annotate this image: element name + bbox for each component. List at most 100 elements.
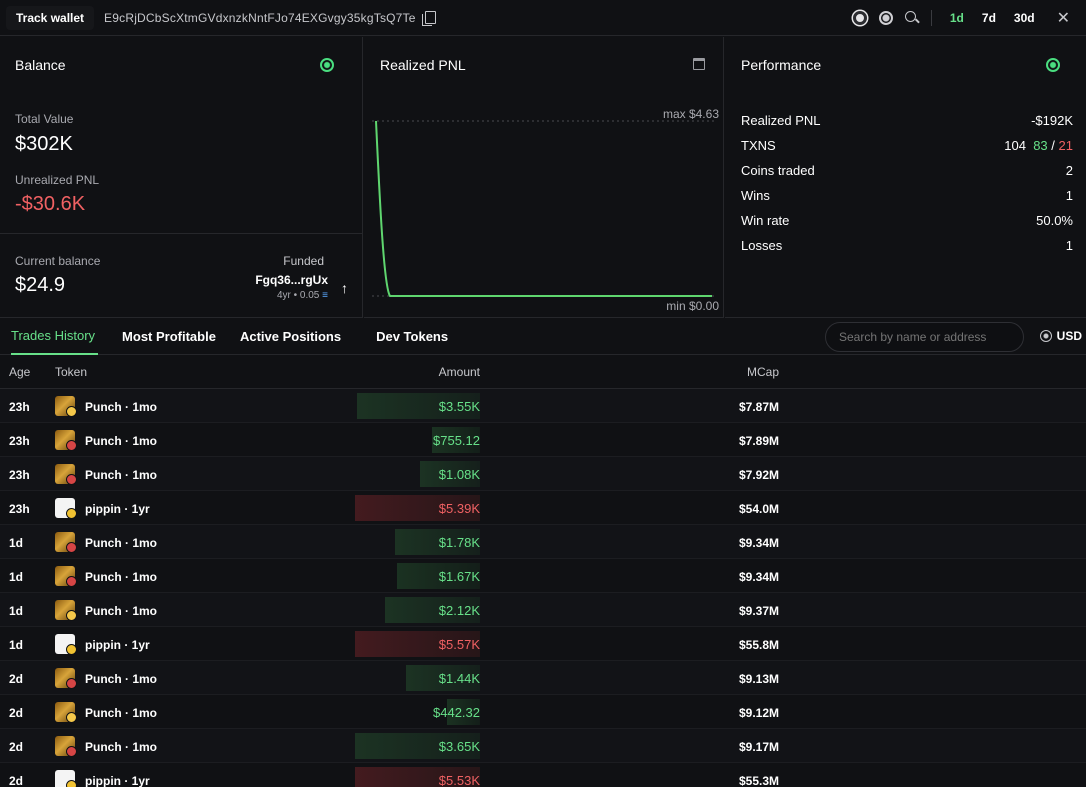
perf-row-winrate: Win rate 50.0% (741, 213, 1073, 228)
win-rate-label: Win rate (741, 213, 790, 228)
row-age: 2d (9, 706, 24, 720)
performance-panel: Performance Realized PNL -$192K TXNS 104… (725, 37, 1086, 318)
table-row[interactable]: 1d Punch · 1mo $1.78K $9.34M (0, 525, 1086, 559)
row-age: 1d (9, 570, 24, 584)
row-amount: $1.08K (438, 467, 480, 482)
token-badge-icon (66, 712, 77, 723)
divider (930, 10, 932, 26)
search-input[interactable] (825, 322, 1024, 352)
table-row[interactable]: 1d pippin · 1yr $5.57K $55.8M (0, 627, 1086, 661)
target-icon[interactable] (878, 11, 893, 25)
tab-dev-tokens[interactable]: Dev Tokens (376, 319, 448, 355)
tab-active-positions[interactable]: Active Positions (240, 319, 341, 355)
currency-label: USD (1056, 329, 1082, 343)
perf-row-coins: Coins traded 2 (741, 163, 1073, 178)
losses-value: 1 (1065, 238, 1073, 253)
arrow-up-icon[interactable]: ↑ (341, 280, 348, 296)
token-badge-icon (66, 576, 77, 587)
search-icon[interactable] (904, 11, 919, 25)
pnl-line (375, 120, 712, 297)
token-badge-icon (66, 542, 77, 553)
row-age: 2d (9, 774, 24, 787)
txns-label: TXNS (741, 138, 776, 153)
row-token[interactable]: Punch · 1mo (85, 468, 157, 482)
row-amount: $5.53K (438, 773, 480, 787)
row-age: 23h (9, 434, 30, 448)
row-amount: $3.65K (438, 739, 480, 754)
row-mcap: $7.87M (738, 400, 779, 414)
row-age: 23h (9, 502, 30, 516)
coins-traded-value: 2 (1065, 163, 1073, 178)
token-badge-icon (66, 610, 77, 621)
balance-panel: Balance Total Value $302K Unrealized PNL… (0, 37, 363, 318)
row-token[interactable]: pippin · 1yr (85, 502, 150, 516)
txns-sells: 21 (1058, 138, 1073, 153)
table-row[interactable]: 1d Punch · 1mo $2.12K $9.37M (0, 593, 1086, 627)
row-token[interactable]: pippin · 1yr (85, 638, 150, 652)
row-token[interactable]: Punch · 1mo (85, 672, 157, 686)
table-row[interactable]: 2d Punch · 1mo $442.32 $9.12M (0, 695, 1086, 729)
filter-icon[interactable] (852, 11, 867, 25)
solana-icon: ≡ (322, 290, 328, 301)
refresh-icon[interactable] (1046, 58, 1060, 72)
txns-total: 104 (1004, 138, 1026, 153)
row-token[interactable]: Punch · 1mo (85, 400, 157, 414)
row-token[interactable]: Punch · 1mo (85, 536, 157, 550)
row-age: 2d (9, 740, 24, 754)
row-token[interactable]: Punch · 1mo (85, 706, 157, 720)
header-token[interactable]: Token (55, 365, 87, 379)
table-row[interactable]: 23h pippin · 1yr $5.39K $54.0M (0, 491, 1086, 525)
wallet-address: E9cRjDCbScXtmGVdxnzkNntFJo74EXGvgy35kgTs… (104, 10, 416, 25)
copy-icon[interactable] (421, 10, 436, 26)
table-row[interactable]: 23h Punch · 1mo $755.12 $7.89M (0, 423, 1086, 457)
table-row[interactable]: 2d pippin · 1yr $5.53K $55.3M (0, 763, 1086, 787)
row-amount: $5.39K (438, 501, 480, 516)
row-age: 2d (9, 672, 24, 686)
row-token[interactable]: pippin · 1yr (85, 774, 150, 787)
table-row[interactable]: 2d Punch · 1mo $1.44K $9.13M (0, 661, 1086, 695)
row-token[interactable]: Punch · 1mo (85, 740, 157, 754)
track-wallet-button[interactable]: Track wallet (6, 5, 95, 30)
table-row[interactable]: 23h Punch · 1mo $3.55K $7.87M (0, 389, 1086, 423)
row-amount: $442.32 (433, 705, 480, 720)
row-amount: $1.44K (438, 671, 480, 686)
realized-pnl-value: -$192K (1031, 113, 1073, 128)
row-token[interactable]: Punch · 1mo (85, 434, 157, 448)
top-bar: Track wallet E9cRjDCbScXtmGVdxnzkNntFJo7… (0, 0, 1086, 36)
currency-icon (1039, 330, 1052, 342)
timeframe-1d[interactable]: 1d (950, 11, 964, 25)
header-amount[interactable]: Amount (439, 365, 480, 379)
tab-most-profitable[interactable]: Most Profitable (122, 319, 216, 355)
token-badge-icon (66, 440, 77, 451)
currency-toggle[interactable]: USD (1039, 329, 1082, 343)
close-icon[interactable]: ✕ (1057, 8, 1070, 28)
table-row[interactable]: 2d Punch · 1mo $3.65K $9.17M (0, 729, 1086, 763)
table-row[interactable]: 1d Punch · 1mo $1.67K $9.34M (0, 559, 1086, 593)
row-mcap: $9.34M (738, 536, 779, 550)
row-mcap: $55.3M (738, 774, 779, 787)
token-badge-icon (66, 644, 77, 655)
header-mcap[interactable]: MCap (747, 365, 779, 379)
tab-trades-history[interactable]: Trades History (11, 319, 99, 355)
row-mcap: $54.0M (738, 502, 779, 516)
losses-label: Losses (741, 238, 783, 253)
row-mcap: $55.8M (738, 638, 779, 652)
refresh-icon[interactable] (320, 58, 334, 72)
header-age[interactable]: Age (9, 365, 30, 379)
row-mcap: $9.34M (738, 570, 779, 584)
row-mcap: $9.12M (738, 706, 779, 720)
token-badge-icon (66, 508, 77, 519)
perf-row-wins: Wins 1 (741, 188, 1073, 203)
funded-address[interactable]: Fgq36...rgUx (255, 273, 328, 287)
timeframe-7d[interactable]: 7d (982, 11, 996, 25)
timeframe-30d[interactable]: 30d (1014, 11, 1035, 25)
perf-row-txns: TXNS 104 83 / 21 (741, 138, 1073, 153)
max-label: max $4.63 (663, 107, 719, 121)
row-token[interactable]: Punch · 1mo (85, 604, 157, 618)
row-mcap: $9.17M (738, 740, 779, 754)
row-token[interactable]: Punch · 1mo (85, 570, 157, 584)
tabs-bar: Trades History Most Profitable Active Po… (0, 319, 1086, 355)
row-mcap: $7.89M (738, 434, 779, 448)
table-row[interactable]: 23h Punch · 1mo $1.08K $7.92M (0, 457, 1086, 491)
row-amount: $2.12K (438, 603, 480, 618)
